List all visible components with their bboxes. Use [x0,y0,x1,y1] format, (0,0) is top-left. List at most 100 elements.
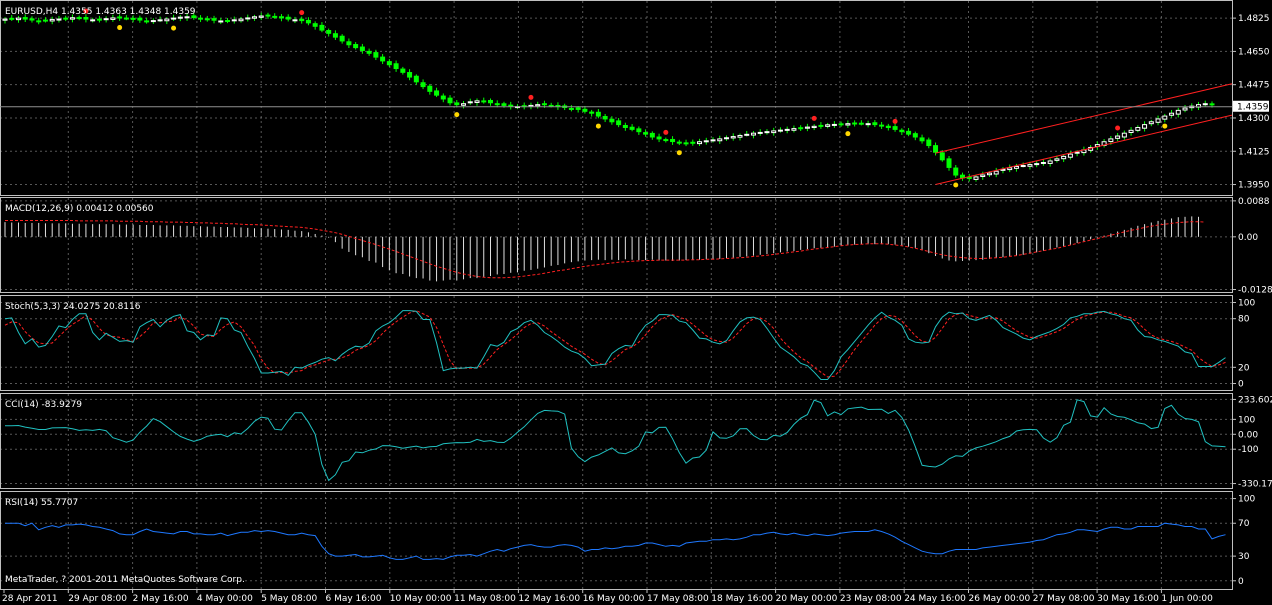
candle-body [535,104,541,107]
stoch-axis-label: 80 [1238,315,1250,325]
candle-body [724,137,730,140]
fractal-up [1115,125,1121,131]
candle-body [1108,138,1114,143]
candle-body [251,16,257,19]
candle-body [434,90,440,96]
candle-body [1074,151,1080,154]
candle-body [649,132,655,138]
rsi-pane-header: RSI(14) 55.7707 [5,498,78,508]
candle-body [137,17,143,21]
fractal-down [676,150,682,156]
candle-body [63,17,69,20]
candle-body [461,103,467,106]
price-axis-label: 1.3950 [1238,181,1270,191]
candle-body [872,122,878,126]
time-axis-label: 27 May 08:00 [1033,594,1095,604]
time-axis-label: 17 May 08:00 [647,594,709,604]
current-price-label: 1.4359 [1237,103,1269,113]
candle-body [386,61,392,66]
candle-body [467,101,473,104]
candle-body [838,123,844,126]
candle-body [1047,160,1053,164]
candle-body [285,16,291,20]
candle-body [906,130,912,135]
time-axis-label: 26 May 00:00 [969,594,1031,604]
candle-body [359,46,365,51]
price-axis-label: 1.4300 [1238,114,1270,124]
candle-body [791,128,797,131]
candle-body [238,18,244,22]
candle-body [946,158,952,168]
candle-body [811,125,817,129]
candle-body [933,145,939,153]
macd-axis-label: -0.01289 [1238,286,1272,296]
rsi-axis-label: 100 [1238,495,1255,505]
stoch-axis-label: 100 [1238,298,1255,308]
candle-body [440,95,446,100]
candle-body [90,19,96,22]
candle-body [130,17,136,20]
cci-pane-header: CCI(14) -83.9279 [5,400,82,410]
candle-body [879,124,885,127]
candle-body [1121,132,1127,138]
candle-body [744,133,750,136]
candle-body [690,141,696,144]
time-axis-label: 18 May 16:00 [711,594,773,604]
rsi-axis-label: 30 [1238,552,1250,562]
candle-body [926,139,932,147]
stoch-pane-header: Stoch(5,3,3) 24.0275 20.8116 [5,302,141,312]
candle-body [697,141,703,145]
candle-body [83,17,89,20]
candle-body [292,19,298,22]
candle-body [501,103,507,106]
candle-body [602,116,608,120]
candle-body [123,17,129,20]
candle-body [211,18,217,21]
candle-body [1020,165,1026,168]
candle-body [198,17,204,20]
candle-body [1175,109,1181,115]
candle-body [622,124,628,128]
candle-body [413,75,419,83]
fractal-down [953,182,959,188]
candle-body [764,131,770,134]
candle-body [703,140,709,143]
fractal-down [171,25,177,31]
price-pane-header: EURUSD,H4 1.4355 1.4363 1.4348 1.4359 [5,7,196,17]
macd-axis-label: 0.0088 [1238,197,1270,207]
candle-body [366,50,372,54]
candle-body [420,82,426,88]
time-axis-label: 6 May 16:00 [326,594,382,604]
candle-body [231,19,237,22]
candle-body [218,20,224,23]
candle-body [380,56,386,62]
time-axis-label: 24 May 16:00 [904,594,966,604]
candle-body [784,128,790,131]
candle-body [1182,107,1188,111]
fractal-up [663,129,669,135]
candle-body [427,85,433,92]
candle-body [164,18,170,22]
candle-body [852,122,858,125]
candle-body [245,17,251,20]
candle-body [494,103,500,106]
time-axis-label: 11 May 08:00 [454,594,516,604]
candle-body [609,118,615,123]
time-axis-label: 16 May 00:00 [583,594,645,604]
candle-body [1007,167,1013,171]
candle-body [831,123,837,126]
candle-body [1115,135,1121,139]
candle-body [912,133,918,138]
candle-body [899,129,905,133]
cci-axis-label: 100 [1238,415,1255,425]
time-axis-label: 28 Apr 2011 [2,594,58,604]
candle-body [1067,153,1073,158]
candle-body [2,18,8,21]
time-axis-label: 1 Jun 00:00 [1161,594,1213,604]
candle-body [750,132,756,136]
candle-body [804,126,810,129]
candle-body [326,30,332,34]
candle-body [575,107,581,110]
candle-body [757,131,763,134]
chart-window[interactable]: 1.4825 1.4650 1.4475 1.4300 1.4125 1.3950 0.0… [0,0,1272,605]
